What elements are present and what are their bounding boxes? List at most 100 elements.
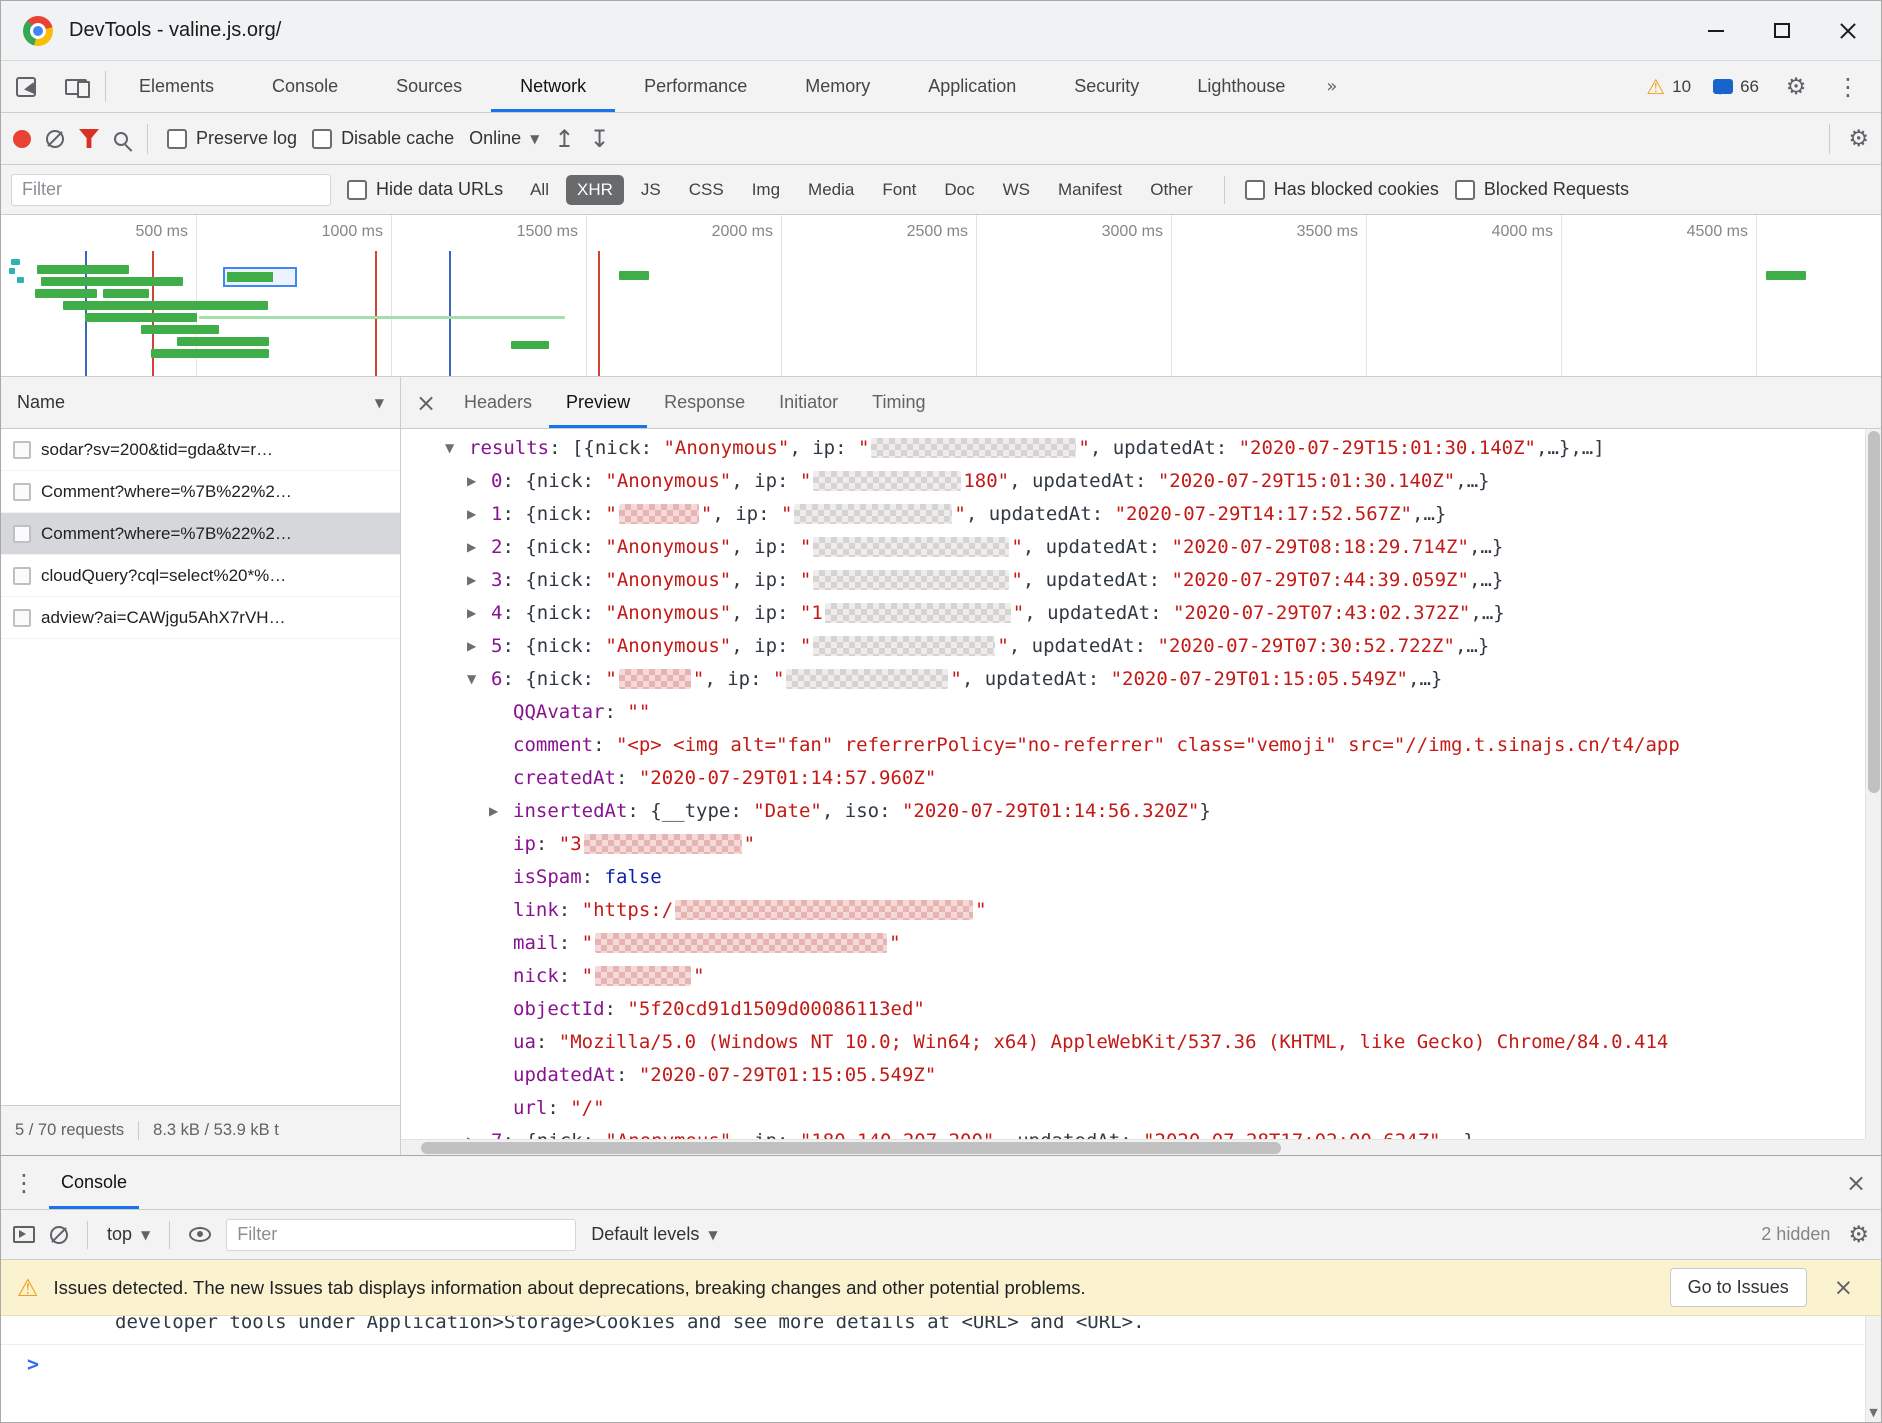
tree-row[interactable]: ▼results: [{nick: "Anonymous", ip: "", u… xyxy=(401,431,1865,464)
inspect-button[interactable] xyxy=(1,61,51,112)
preserve-log-checkbox[interactable]: Preserve log xyxy=(167,128,297,149)
tab-console[interactable]: Console xyxy=(243,61,367,112)
detail-tab-timing[interactable]: Timing xyxy=(855,377,942,428)
tree-row[interactable]: ua: "Mozilla/5.0 (Windows NT 10.0; Win64… xyxy=(401,1025,1865,1058)
tab-console-drawer[interactable]: Console xyxy=(49,1156,139,1209)
request-row[interactable]: Comment?where=%7B%22%2… xyxy=(1,471,400,513)
detail-tab-response[interactable]: Response xyxy=(647,377,762,428)
expand-icon[interactable]: ▶ xyxy=(467,639,491,653)
live-expression-icon[interactable] xyxy=(189,1227,211,1242)
tree-row[interactable]: nick: "" xyxy=(401,959,1865,992)
expand-icon[interactable]: ▶ xyxy=(467,540,491,554)
filter-type-other[interactable]: Other xyxy=(1139,175,1204,205)
tab-security[interactable]: Security xyxy=(1045,61,1168,112)
tree-row[interactable]: ▶5: {nick: "Anonymous", ip: "", updatedA… xyxy=(401,629,1865,662)
close-detail-button[interactable]: × xyxy=(405,377,447,428)
context-select[interactable]: top ▼ xyxy=(107,1224,150,1245)
filter-type-doc[interactable]: Doc xyxy=(933,175,985,205)
tab-network[interactable]: Network xyxy=(491,61,615,112)
tree-row[interactable]: ▶3: {nick: "Anonymous", ip: "", updatedA… xyxy=(401,563,1865,596)
record-button[interactable] xyxy=(13,130,31,148)
tree-row[interactable]: ▼6: {nick: "", ip: "", updatedAt: "2020-… xyxy=(401,662,1865,695)
tree-row[interactable]: createdAt: "2020-07-29T01:14:57.960Z" xyxy=(401,761,1865,794)
dismiss-banner-button[interactable]: × xyxy=(1822,1275,1865,1301)
scroll-down-icon[interactable]: ▼ xyxy=(1866,1406,1881,1419)
collapse-icon[interactable]: ▼ xyxy=(445,441,469,455)
tree-row[interactable]: ▶0: {nick: "Anonymous", ip: "180", updat… xyxy=(401,464,1865,497)
expand-icon[interactable]: ▶ xyxy=(467,507,491,521)
log-levels-select[interactable]: Default levels ▼ xyxy=(591,1224,717,1245)
console-settings-button[interactable]: ⚙ xyxy=(1848,1222,1869,1248)
close-button[interactable] xyxy=(1815,1,1881,60)
expand-icon[interactable]: ▶ xyxy=(467,606,491,620)
request-row[interactable]: cloudQuery?cql=select%20*%… xyxy=(1,555,400,597)
close-drawer-button[interactable]: × xyxy=(1831,1156,1881,1209)
tab-sources[interactable]: Sources xyxy=(367,61,491,112)
tree-row[interactable]: ▶2: {nick: "Anonymous", ip: "", updatedA… xyxy=(401,530,1865,563)
filter-type-all[interactable]: All xyxy=(519,175,560,205)
filter-toggle-icon[interactable] xyxy=(79,129,99,148)
hide-data-urls-checkbox[interactable]: Hide data URLs xyxy=(347,179,503,200)
tree-row[interactable]: mail: "" xyxy=(401,926,1865,959)
tree-row[interactable]: ▶7: {nick: "Anonymous", ip: "180.140.207… xyxy=(401,1124,1865,1139)
timeline-selection[interactable] xyxy=(223,267,297,287)
tree-row[interactable]: objectId: "5f20cd91d1509d00086113ed" xyxy=(401,992,1865,1025)
timeline-overview[interactable]: 500 ms1000 ms1500 ms2000 ms2500 ms3000 m… xyxy=(1,215,1881,377)
filter-type-css[interactable]: CSS xyxy=(678,175,735,205)
filter-type-xhr[interactable]: XHR xyxy=(566,175,624,205)
tab-application[interactable]: Application xyxy=(899,61,1045,112)
drawer-menu-button[interactable]: ⋮ xyxy=(1,1156,47,1209)
expand-icon[interactable]: ▶ xyxy=(489,804,513,818)
network-settings-button[interactable]: ⚙ xyxy=(1848,126,1869,152)
tree-row[interactable]: updatedAt: "2020-07-29T01:15:05.549Z" xyxy=(401,1058,1865,1091)
console-message-badge[interactable]: 66 xyxy=(1703,77,1769,97)
scrollbar-thumb[interactable] xyxy=(1868,431,1880,793)
main-menu-button[interactable]: ⋮ xyxy=(1823,73,1873,101)
console-filter-input[interactable] xyxy=(226,1219,576,1251)
filter-type-js[interactable]: JS xyxy=(630,175,672,205)
detail-tab-preview[interactable]: Preview xyxy=(549,377,647,428)
filter-type-manifest[interactable]: Manifest xyxy=(1047,175,1133,205)
horizontal-scrollbar[interactable] xyxy=(401,1139,1865,1155)
disable-cache-checkbox[interactable]: Disable cache xyxy=(312,128,454,149)
import-har-button[interactable]: ↥ xyxy=(554,127,574,151)
request-row[interactable]: sodar?sv=200&tid=gda&tv=r… xyxy=(1,429,400,471)
throttling-select[interactable]: Online ▼ xyxy=(469,128,539,149)
scrollbar-thumb[interactable] xyxy=(421,1142,1281,1154)
filter-type-ws[interactable]: WS xyxy=(992,175,1041,205)
tab-memory[interactable]: Memory xyxy=(776,61,899,112)
tab-performance[interactable]: Performance xyxy=(615,61,776,112)
tab-elements[interactable]: Elements xyxy=(110,61,243,112)
maximize-button[interactable] xyxy=(1749,1,1815,60)
expand-icon[interactable]: ▶ xyxy=(467,573,491,587)
vertical-scrollbar[interactable] xyxy=(1865,429,1881,1139)
collapse-icon[interactable]: ▼ xyxy=(467,672,491,686)
request-row[interactable]: Comment?where=%7B%22%2… xyxy=(1,513,400,555)
export-har-button[interactable]: ↧ xyxy=(590,127,610,151)
filter-type-img[interactable]: Img xyxy=(741,175,791,205)
tab-lighthouse[interactable]: Lighthouse xyxy=(1168,61,1314,112)
issues-warning-badge[interactable]: ⚠ 10 xyxy=(1636,75,1701,99)
tree-row[interactable]: ▶4: {nick: "Anonymous", ip: "1", updated… xyxy=(401,596,1865,629)
filter-type-media[interactable]: Media xyxy=(797,175,865,205)
name-column-header[interactable]: Name ▼ xyxy=(1,377,400,429)
clear-button[interactable] xyxy=(46,130,64,148)
tree-row[interactable]: link: "https:/" xyxy=(401,893,1865,926)
tree-row[interactable]: isSpam: false xyxy=(401,860,1865,893)
device-toolbar-button[interactable] xyxy=(51,61,101,112)
filter-type-font[interactable]: Font xyxy=(871,175,927,205)
detail-tab-headers[interactable]: Headers xyxy=(447,377,549,428)
console-prompt[interactable]: > xyxy=(1,1344,1881,1376)
console-sidebar-icon[interactable] xyxy=(13,1226,35,1243)
minimize-button[interactable] xyxy=(1683,1,1749,60)
tree-row[interactable]: QQAvatar: "" xyxy=(401,695,1865,728)
more-tabs-button[interactable]: » xyxy=(1314,61,1349,112)
go-to-issues-button[interactable]: Go to Issues xyxy=(1670,1268,1807,1307)
tree-row[interactable]: url: "/" xyxy=(401,1091,1865,1124)
blocked-requests-checkbox[interactable]: Blocked Requests xyxy=(1455,179,1629,200)
network-filter-input[interactable] xyxy=(11,174,331,206)
request-row[interactable]: adview?ai=CAWjgu5AhX7rVH… xyxy=(1,597,400,639)
expand-icon[interactable]: ▶ xyxy=(467,474,491,488)
tree-row[interactable]: ▶1: {nick: "", ip: "", updatedAt: "2020-… xyxy=(401,497,1865,530)
settings-button[interactable]: ⚙ xyxy=(1771,74,1821,100)
